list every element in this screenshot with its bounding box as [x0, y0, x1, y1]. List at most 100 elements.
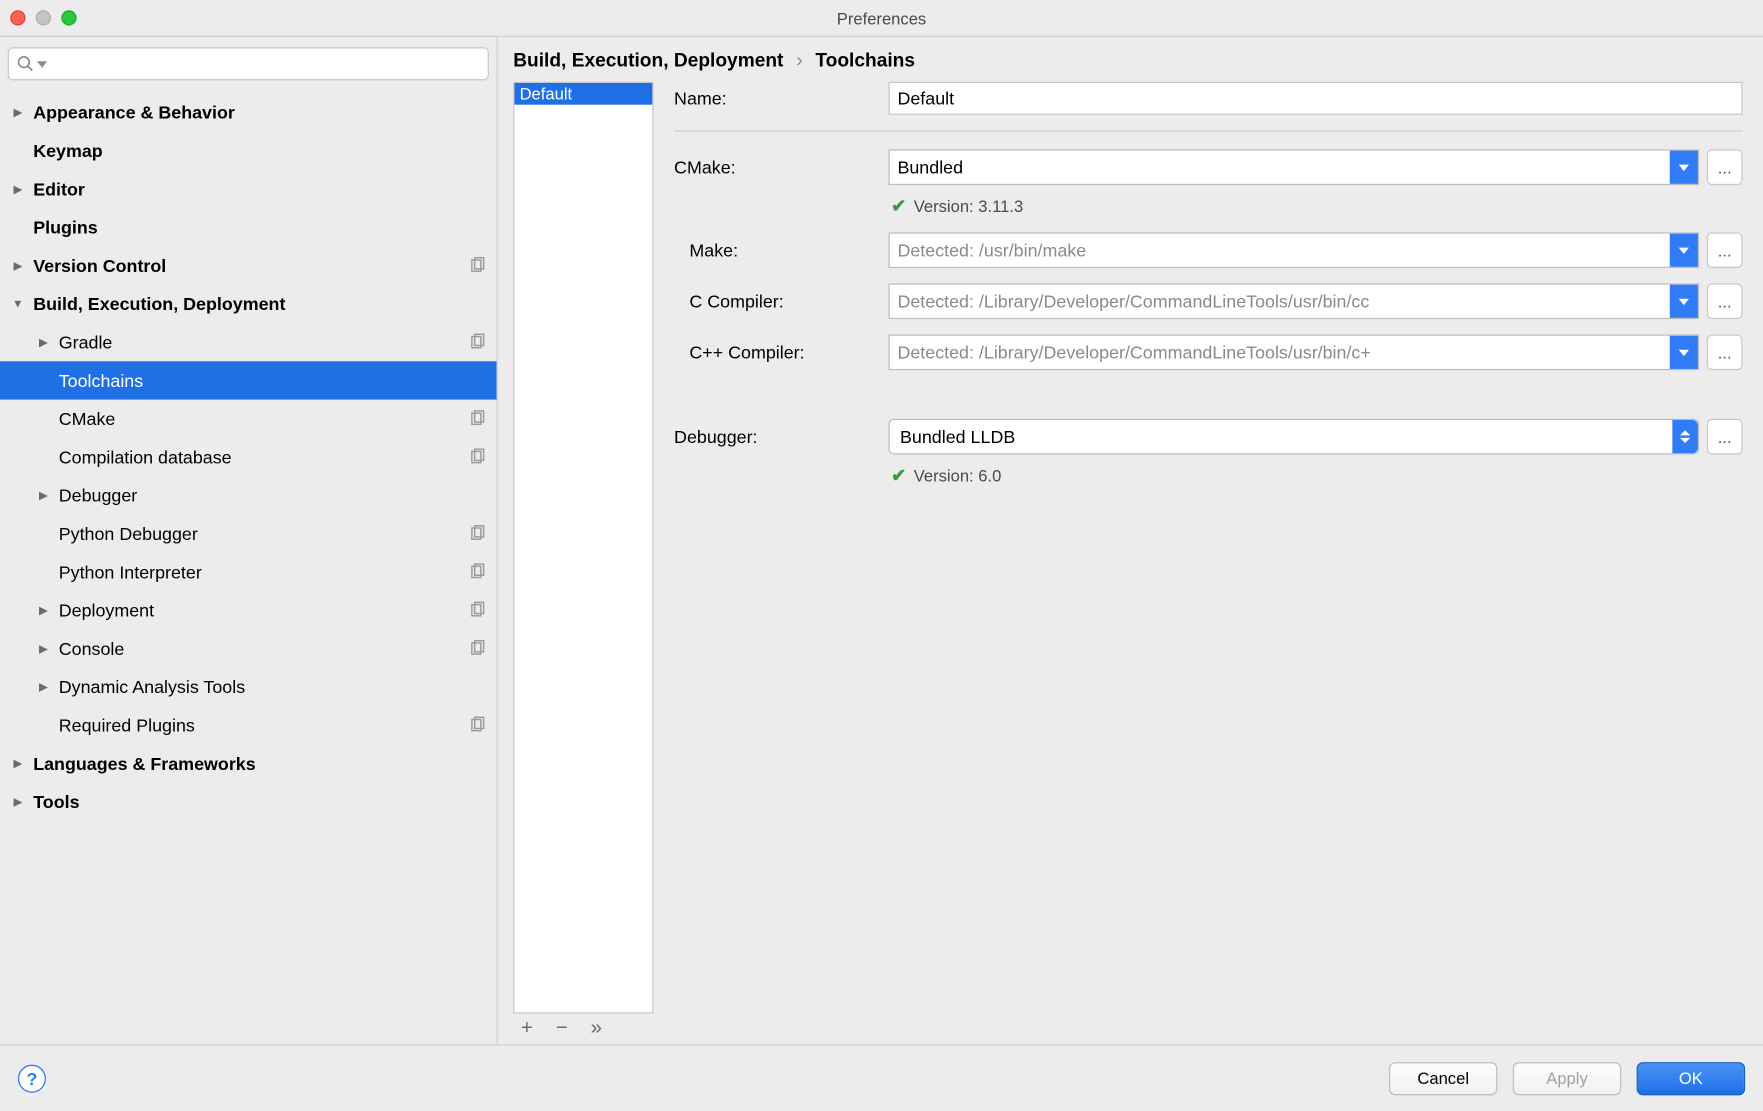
sidebar-item-languages-frameworks[interactable]: ▶Languages & Frameworks — [0, 744, 497, 782]
search-options-caret-icon[interactable] — [37, 61, 47, 67]
profiles-toolbar: + − » — [513, 1014, 653, 1045]
chevron-right-icon: ▶ — [36, 603, 51, 618]
cmake-status: ✔ Version: 3.11.3 — [891, 195, 1742, 217]
sidebar-item-deployment[interactable]: ▶ Deployment — [0, 591, 497, 629]
toolchain-profiles-panel: Default + − » — [513, 82, 653, 1045]
add-profile-button[interactable]: + — [521, 1017, 533, 1040]
cxx-compiler-combobox[interactable]: Detected: /Library/Developer/CommandLine… — [889, 334, 1700, 370]
chevron-down-icon[interactable] — [1670, 285, 1698, 318]
sidebar-item-label: Dynamic Analysis Tools — [59, 677, 487, 697]
c-compiler-placeholder: Detected: /Library/Developer/CommandLine… — [890, 291, 1670, 311]
copy-icon — [469, 716, 487, 734]
copy-icon — [469, 410, 487, 428]
sidebar-item-required-plugins[interactable]: ▶Required Plugins — [0, 706, 497, 744]
ok-button[interactable]: OK — [1637, 1061, 1746, 1094]
help-button[interactable]: ? — [18, 1064, 46, 1092]
sidebar-item-tools[interactable]: ▶Tools — [0, 783, 497, 821]
sidebar-item-label: Build, Execution, Deployment — [33, 294, 486, 314]
updown-icon[interactable] — [1672, 420, 1698, 453]
sidebar-item-label: Keymap — [33, 140, 486, 160]
traffic-lights — [10, 10, 76, 25]
sidebar-item-label: Console — [59, 638, 469, 658]
sidebar: ▶Appearance & Behavior▶Keymap▶Editor▶Plu… — [0, 37, 498, 1044]
toolchain-form: Name: CMake: Bundled — [669, 82, 1748, 1045]
sidebar-item-toolchains[interactable]: ▶Toolchains — [0, 361, 497, 399]
sidebar-item-python-debugger[interactable]: ▶Python Debugger — [0, 514, 497, 552]
sidebar-item-appearance-behavior[interactable]: ▶Appearance & Behavior — [0, 93, 497, 131]
chevron-down-icon[interactable] — [1670, 151, 1698, 184]
close-window-button[interactable] — [10, 10, 25, 25]
chevron-right-icon: ▶ — [36, 641, 51, 656]
sidebar-item-debugger[interactable]: ▶ Debugger — [0, 476, 497, 514]
cmake-label: CMake: — [674, 157, 878, 177]
sidebar-item-console[interactable]: ▶ Console — [0, 629, 497, 667]
apply-button[interactable]: Apply — [1513, 1061, 1622, 1094]
chevron-right-icon: ▶ — [36, 679, 51, 694]
cmake-browse-button[interactable]: ... — [1707, 149, 1743, 185]
sidebar-item-label: Python Interpreter — [59, 562, 469, 582]
cancel-button[interactable]: Cancel — [1389, 1061, 1498, 1094]
make-label: Make: — [674, 240, 878, 260]
copy-icon — [469, 448, 487, 466]
chevron-right-icon: ▶ — [10, 794, 25, 809]
c-compiler-label: C Compiler: — [674, 291, 878, 311]
sidebar-item-build-execution-deployment[interactable]: ▼ Build, Execution, Deployment — [0, 285, 497, 323]
window-title: Preferences — [0, 8, 1763, 27]
sidebar-item-keymap[interactable]: ▶Keymap — [0, 131, 497, 169]
make-browse-button[interactable]: ... — [1707, 232, 1743, 268]
cmake-value: Bundled — [890, 157, 1670, 177]
c-compiler-browse-button[interactable]: ... — [1707, 283, 1743, 319]
divider — [674, 130, 1743, 131]
sidebar-item-label: Plugins — [33, 217, 486, 237]
sidebar-item-label: Editor — [33, 179, 486, 199]
chevron-down-icon: ▼ — [10, 296, 25, 311]
chevron-right-icon: ▶ — [10, 105, 25, 120]
sidebar-item-dynamic-analysis-tools[interactable]: ▶ Dynamic Analysis Tools — [0, 668, 497, 706]
debugger-status: ✔ Version: 6.0 — [891, 465, 1742, 487]
sidebar-item-label: Deployment — [59, 600, 469, 620]
chevron-right-icon: ▶ — [36, 334, 51, 349]
settings-tree: ▶Appearance & Behavior▶Keymap▶Editor▶Plu… — [0, 91, 497, 1045]
debugger-version-text: Version: 6.0 — [914, 466, 1002, 485]
cmake-combobox[interactable]: Bundled — [889, 149, 1700, 185]
sidebar-item-version-control[interactable]: ▶Version Control — [0, 246, 497, 284]
sidebar-item-label: Python Debugger — [59, 523, 469, 543]
minimize-window-button[interactable] — [36, 10, 51, 25]
cmake-version-text: Version: 3.11.3 — [914, 197, 1023, 216]
cxx-compiler-browse-button[interactable]: ... — [1707, 334, 1743, 370]
remove-profile-button[interactable]: − — [556, 1017, 568, 1040]
chevron-right-icon: ▶ — [36, 488, 51, 503]
make-combobox[interactable]: Detected: /usr/bin/make — [889, 232, 1700, 268]
chevron-right-icon: ▶ — [10, 756, 25, 771]
more-profile-actions-button[interactable]: » — [591, 1017, 602, 1040]
sidebar-item-plugins[interactable]: ▶Plugins — [0, 208, 497, 246]
cxx-compiler-placeholder: Detected: /Library/Developer/CommandLine… — [890, 342, 1670, 362]
copy-icon — [469, 257, 487, 275]
profile-item-default[interactable]: Default — [514, 83, 652, 105]
debugger-browse-button[interactable]: ... — [1707, 419, 1743, 455]
zoom-window-button[interactable] — [61, 10, 76, 25]
sidebar-item-python-interpreter[interactable]: ▶Python Interpreter — [0, 553, 497, 591]
search-input[interactable] — [8, 47, 489, 80]
chevron-down-icon[interactable] — [1670, 234, 1698, 267]
debugger-select[interactable]: Bundled LLDB — [889, 419, 1700, 455]
debugger-value: Bundled LLDB — [890, 426, 1673, 446]
sidebar-item-label: Debugger — [59, 485, 487, 505]
sidebar-item-cmake[interactable]: ▶CMake — [0, 400, 497, 438]
chevron-right-icon: ▶ — [10, 181, 25, 196]
sidebar-item-editor[interactable]: ▶ Editor — [0, 170, 497, 208]
sidebar-item-label: Required Plugins — [59, 715, 469, 735]
toolchain-profiles-list[interactable]: Default — [513, 82, 653, 1014]
sidebar-item-label: Gradle — [59, 332, 469, 352]
chevron-down-icon[interactable] — [1670, 336, 1698, 369]
sidebar-item-gradle[interactable]: ▶ Gradle — [0, 323, 497, 361]
breadcrumb-parent[interactable]: Build, Execution, Deployment — [513, 50, 783, 72]
chevron-right-icon: ▶ — [10, 258, 25, 273]
name-field[interactable] — [889, 82, 1743, 115]
check-icon: ✔ — [891, 465, 906, 487]
c-compiler-combobox[interactable]: Detected: /Library/Developer/CommandLine… — [889, 283, 1700, 319]
chevron-right-icon: › — [796, 50, 802, 72]
name-label: Name: — [674, 88, 878, 108]
sidebar-item-compilation-database[interactable]: ▶Compilation database — [0, 438, 497, 476]
copy-icon — [469, 333, 487, 351]
